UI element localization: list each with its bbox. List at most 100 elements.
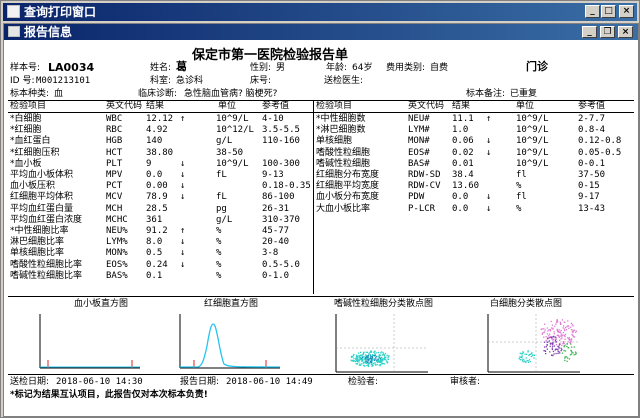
scatter-dot xyxy=(552,336,555,338)
scatter-dot xyxy=(568,327,570,329)
cell-ref: 86-100 xyxy=(262,192,295,203)
cell-abbr: LYM% xyxy=(106,237,128,248)
scatter-dot xyxy=(527,360,529,362)
cell-abbr: BAS% xyxy=(106,270,128,281)
scatter-dot xyxy=(554,340,557,342)
scatter-dot xyxy=(525,353,528,355)
inner-minimize-button[interactable]: _ xyxy=(582,26,597,38)
cell-ref: 100-300 xyxy=(262,158,300,169)
cell-unit: fL xyxy=(216,170,227,180)
col-ref-header-right: 参考值 xyxy=(578,101,606,111)
scatter-dot xyxy=(556,329,558,331)
scatter-dot xyxy=(359,364,362,366)
cell-abbr: MCHC xyxy=(106,214,128,225)
cell-flag: ↓ xyxy=(180,170,186,180)
baso-dots xyxy=(350,350,390,368)
scatter-dot xyxy=(572,330,574,332)
sample-no-label: 样本号: xyxy=(10,63,41,73)
scatter-dot xyxy=(377,358,379,360)
scatter-dot xyxy=(370,357,372,360)
cell-ref: 3.5-5.5 xyxy=(262,125,300,136)
scatter-dot xyxy=(570,326,572,328)
scatter-dot xyxy=(528,354,530,357)
cell-item: *中性细胞比率 xyxy=(10,226,69,236)
scatter-dot xyxy=(563,325,565,327)
scatter-dot xyxy=(366,359,368,361)
scatter-dot xyxy=(374,362,376,364)
col-unit-header: 单位 xyxy=(218,101,237,111)
cell-abbr: RDW-CV xyxy=(408,181,441,192)
cell-flag: ↓ xyxy=(180,192,186,203)
cell-result: 361 xyxy=(146,214,163,225)
scatter-dot xyxy=(373,351,375,353)
window-titlebar[interactable]: 查询打印窗口 _ □ × xyxy=(3,3,637,21)
reviewer-label: 审核者: xyxy=(450,377,481,387)
scatter-dot xyxy=(568,358,571,360)
scatter-dot xyxy=(360,351,362,353)
table-row: 嗜酸性粒细胞比率 EOS% 0.24 ↓% 0.5-5.0 xyxy=(10,260,310,271)
cell-result: 9 xyxy=(146,158,152,169)
scatter-dot xyxy=(571,346,573,348)
cell-result: 0.01 xyxy=(452,158,474,169)
scatter-dot xyxy=(355,358,357,360)
sent-date-label: 送检日期: xyxy=(10,377,50,387)
cell-result: 11.1 xyxy=(452,114,474,124)
fee-label: 费用类别: xyxy=(386,63,426,73)
cell-result: 0.0 xyxy=(452,192,469,203)
cell-unit: % xyxy=(216,248,222,259)
cell-item: *血小板 xyxy=(10,158,42,169)
cell-abbr: LYM# xyxy=(408,125,430,136)
cell-flag: ↑ xyxy=(486,114,492,124)
scatter-dot xyxy=(573,329,576,331)
fee: 自费 xyxy=(430,63,449,73)
scatter-dot xyxy=(560,333,562,335)
report-info-titlebar[interactable]: 报告信息 _ ❐ × xyxy=(4,24,638,40)
scatter-dot xyxy=(365,357,367,359)
scatter-dot xyxy=(564,333,567,336)
cell-result: 0.00 xyxy=(146,181,168,192)
minimize-button[interactable]: _ xyxy=(585,5,600,18)
cell-result: 0.5 xyxy=(146,248,163,259)
table-row: 血小板压积 PCT 0.00 ↓ 0.18-0.35 xyxy=(10,181,311,192)
scatter-dot xyxy=(350,359,352,361)
scatter-dot xyxy=(575,330,578,332)
cell-result: 28.5 xyxy=(146,203,168,214)
close-button[interactable]: × xyxy=(619,5,634,18)
scatter-dot xyxy=(549,351,551,353)
cell-unit: 10^9/L xyxy=(516,158,549,169)
scatter-dot xyxy=(365,360,367,363)
scatter-dot xyxy=(356,360,358,362)
scatter-dot xyxy=(563,321,565,323)
scatter-dot xyxy=(563,346,565,348)
cell-abbr: MON% xyxy=(106,248,128,259)
inner-close-button[interactable]: × xyxy=(618,26,633,38)
scatter-dot xyxy=(545,339,547,341)
scatter-dot xyxy=(558,329,560,331)
cell-ref: 0-15 xyxy=(578,181,600,192)
scatter-dot xyxy=(547,337,549,340)
scatter-dot xyxy=(359,363,361,365)
scatter-dot xyxy=(385,356,387,358)
rbc-histogram-title: 红细胞直方图 xyxy=(204,299,259,309)
maximize-button[interactable]: □ xyxy=(601,5,616,18)
col-abbr-header-right: 英文代码 xyxy=(408,101,445,111)
diagnosis-label: 临床诊断: xyxy=(138,89,178,99)
table-row: 嗜碱性粒细胞 BAS# 0.01 10^9/L 0-0.1 xyxy=(316,159,616,170)
scatter-dot xyxy=(552,328,554,330)
wbc-dots xyxy=(518,319,578,363)
cell-result: 4.92 xyxy=(146,125,168,136)
scatter-dot xyxy=(374,353,376,355)
inner-restore-button[interactable]: ❐ xyxy=(600,26,615,38)
cell-item: *白细胞 xyxy=(10,114,42,124)
cell-ref: 3-8 xyxy=(262,248,279,259)
table-row: *白细胞 WBC 12.12 ↑ 10^9/L 4-10 xyxy=(10,114,310,125)
scatter-dot xyxy=(381,360,383,363)
scatter-dot xyxy=(557,350,559,352)
cell-abbr: MCV xyxy=(106,192,123,203)
scatter-dot xyxy=(546,333,549,335)
scatter-dot xyxy=(363,351,365,354)
cell-item: *血红蛋白 xyxy=(10,136,51,147)
scatter-dot xyxy=(381,356,383,358)
lab-report: 保定市第一医院检验报告单 样本号: LA0034 姓名: 葛 性别: 男 年龄:… xyxy=(4,40,638,416)
window-title: 查询打印窗口 xyxy=(24,5,97,19)
